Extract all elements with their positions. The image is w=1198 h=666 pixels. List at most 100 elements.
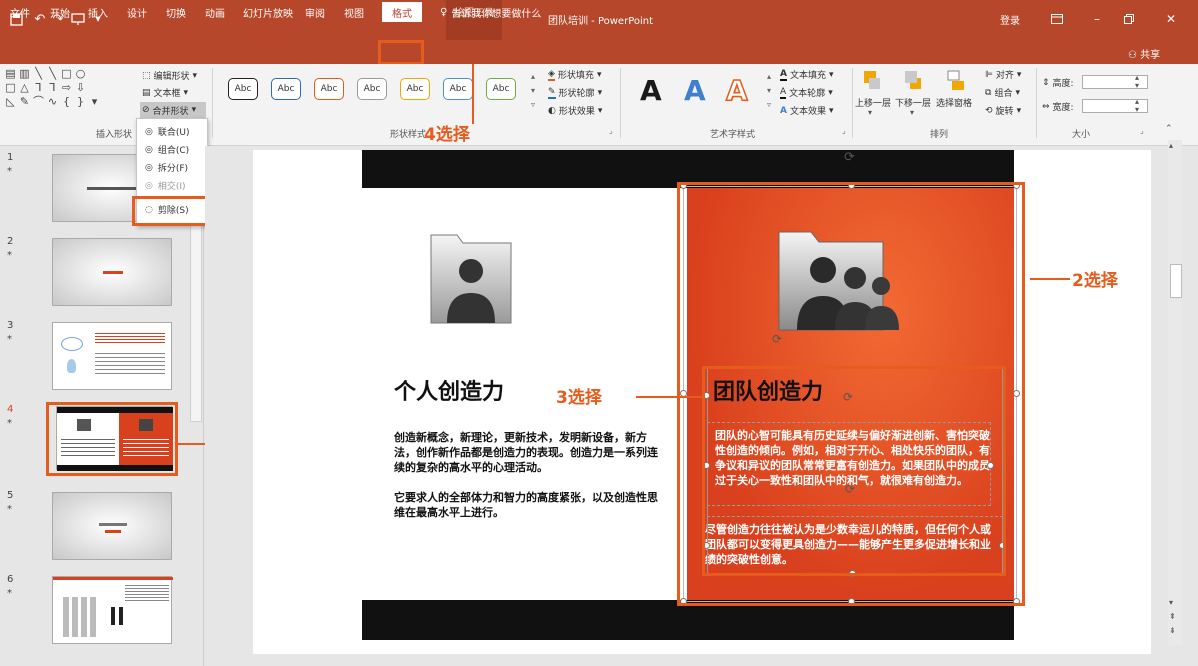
shape-gallery[interactable]: ▤ ▥ ╲ ╲ □ ○ □ △ ⅂ ⅂ ⇨ ⇩ ◺ ✎ ⌒ ∿ { } ▾ <box>4 68 134 112</box>
slide-thumbnail-6[interactable] <box>52 576 173 644</box>
slide-thumbnail-2[interactable] <box>52 238 172 306</box>
dialog-launcher-icon[interactable]: ⌟ <box>842 126 846 135</box>
scroll-thumb[interactable] <box>1170 264 1182 298</box>
tab-insert[interactable]: 插入 <box>88 3 108 21</box>
login-link[interactable]: 登录 <box>1000 12 1020 27</box>
text-outline-button[interactable]: A 文本轮廓 ▾ <box>780 86 833 99</box>
slide-bottom-band <box>362 600 1014 640</box>
align-button[interactable]: ⊫ 对齐 ▾ <box>985 68 1021 82</box>
tab-animations[interactable]: 动画 <box>205 3 225 21</box>
down-arrow-shape-icon[interactable]: ⇩ <box>74 82 87 93</box>
line-shape-icon[interactable]: ╲ <box>46 68 59 79</box>
dropdown-icon[interactable]: ▾ <box>910 108 914 117</box>
shape-effects-button[interactable]: ◐ 形状效果 ▾ <box>548 104 602 118</box>
dropdown-icon[interactable]: ▾ <box>868 108 872 117</box>
slide-thumbnail-5[interactable] <box>52 492 172 560</box>
close-icon[interactable]: ✕ <box>1160 8 1182 30</box>
left-column-paragraph-1[interactable]: 创造新概念，新理论，更新技术，发明新设备，新方法，创作新作品都是创造力的表现。创… <box>394 430 664 475</box>
share-button[interactable]: ⚇ 共享 <box>1128 46 1160 61</box>
shape-style-5[interactable]: Abc <box>400 78 430 100</box>
shape-fill-button[interactable]: ◈ 形状填充 ▾ <box>548 68 601 81</box>
freeform-shape-icon[interactable]: ◺ <box>4 96 17 107</box>
shape-style-7[interactable]: Abc <box>486 78 516 100</box>
style-gallery-scroll[interactable]: ▴ ▾ ▿ <box>528 70 538 112</box>
tab-home[interactable]: 开始 <box>50 3 70 21</box>
shape-style-2[interactable]: Abc <box>271 78 301 100</box>
scroll-down-icon[interactable]: ▾ <box>1169 598 1173 607</box>
wordart-style-orange-outline[interactable]: A <box>725 73 748 108</box>
intersect-label: 相交(I) <box>157 182 186 192</box>
oval-shape-icon[interactable]: ○ <box>74 68 87 79</box>
left-column-title[interactable]: 个人创造力 <box>394 374 504 406</box>
tab-transitions[interactable]: 切换 <box>166 3 186 21</box>
tab-design[interactable]: 设计 <box>127 3 147 21</box>
tab-format[interactable]: 格式 <box>382 2 422 22</box>
more-shapes-icon[interactable]: ▾ <box>88 96 101 107</box>
menu-item-union[interactable]: ◎ 联合(U) <box>145 123 207 140</box>
rectangle-shape-icon[interactable]: □ <box>60 68 73 79</box>
thumbnail-number: 3 <box>7 320 14 331</box>
wordart-gallery-scroll[interactable]: ▴ ▾ ▿ <box>764 70 774 112</box>
thumbnail-person-figure <box>119 607 123 625</box>
dialog-launcher-icon[interactable]: ⌟ <box>1140 126 1144 135</box>
shape-style-6[interactable]: Abc <box>443 78 473 100</box>
merge-shapes-button[interactable]: ⊘ 合并形状 ▾ <box>140 102 206 118</box>
text-fill-button[interactable]: A 文本填充 ▾ <box>780 68 834 81</box>
arc-shape-icon[interactable]: ⌒ <box>32 96 45 107</box>
previous-slide-icon[interactable]: ⇞ <box>1169 612 1176 621</box>
text-box-shape-icon[interactable]: ▤ <box>4 68 17 79</box>
rotate-button[interactable]: ⟲ 旋转 ▾ <box>985 104 1021 118</box>
presentation-start-icon[interactable] <box>68 9 88 29</box>
rotate-handle-icon[interactable]: ⟳ <box>844 150 855 165</box>
minimize-icon[interactable]: – <box>1086 8 1108 30</box>
menu-item-intersect[interactable]: ◎ 相交(I) <box>145 177 207 194</box>
slide-thumbnail-3[interactable] <box>52 322 172 390</box>
document-title: 团队培训 - PowerPoint <box>548 16 654 27</box>
text-box-button[interactable]: ▤ 文本框 ▾ <box>142 86 188 100</box>
triangle-shape-icon[interactable]: △ <box>18 82 31 93</box>
vertical-text-shape-icon[interactable]: ▥ <box>18 68 31 79</box>
undo-icon[interactable]: ↶ <box>30 9 50 29</box>
wordart-style-black[interactable]: A <box>640 74 662 107</box>
brace-shape-icon[interactable]: { <box>60 96 73 107</box>
tab-view[interactable]: 视图 <box>344 3 364 21</box>
width-spinner[interactable]: ▴ ▾ <box>1135 98 1139 114</box>
shape-outline-button[interactable]: ✎ 形状轮廓 ▾ <box>548 86 602 99</box>
dialog-launcher-icon[interactable]: ⌟ <box>609 126 613 135</box>
annotation-2-line <box>1030 278 1070 280</box>
curve-shape-icon[interactable]: ∿ <box>46 96 59 107</box>
shape-style-1[interactable]: Abc <box>228 78 258 100</box>
rectangle-shape-icon[interactable]: □ <box>4 82 17 93</box>
tell-me-search[interactable]: ♀ 告诉我你想要做什么 <box>440 3 541 21</box>
group-button[interactable]: ⧉ 组合 ▾ <box>985 86 1020 100</box>
tab-review[interactable]: 审阅 <box>305 3 325 21</box>
connector-shape-icon[interactable]: ⅂ <box>46 82 59 93</box>
maximize-icon[interactable] <box>1118 8 1140 30</box>
text-effects-button[interactable]: A 文本效果 ▾ <box>780 104 834 118</box>
animation-star: * <box>7 250 12 261</box>
slide-scrollbar[interactable] <box>1168 140 1182 645</box>
height-spinner[interactable]: ▴ ▾ <box>1135 74 1139 90</box>
shape-style-3[interactable]: Abc <box>314 78 344 100</box>
menu-item-fragment[interactable]: ◎ 拆分(F) <box>145 159 207 176</box>
next-slide-icon[interactable]: ⇟ <box>1169 626 1176 635</box>
edit-shape-button[interactable]: ⬚ 编辑形状 ▾ <box>142 69 197 83</box>
callout-shape-icon[interactable]: ✎ <box>18 96 31 107</box>
menu-item-combine[interactable]: ◎ 组合(C) <box>145 141 207 158</box>
collapse-ribbon-icon[interactable]: ⌃ <box>1165 124 1173 134</box>
tab-slideshow[interactable]: 幻灯片放映 <box>243 3 293 21</box>
scroll-up-icon[interactable]: ▴ <box>1169 141 1173 150</box>
wordart-style-blue[interactable]: A <box>684 74 706 107</box>
text-outline-icon: A <box>780 86 787 99</box>
ribbon-display-options-icon[interactable] <box>1046 8 1068 30</box>
connector-shape-icon[interactable]: ⅂ <box>32 82 45 93</box>
line-shape-icon[interactable]: ╲ <box>32 68 45 79</box>
brace-shape-icon[interactable]: } <box>74 96 87 107</box>
align-icon: ⊫ <box>985 69 993 80</box>
right-arrow-shape-icon[interactable]: ⇨ <box>60 82 73 93</box>
bring-forward-button[interactable]: 上移一层 <box>855 96 891 109</box>
selection-pane-button[interactable]: 选择窗格 <box>936 96 972 109</box>
left-column-paragraph-2[interactable]: 它要求人的全部体力和智力的高度紧张，以及创造性思维在最高水平上进行。 <box>394 490 664 520</box>
tab-file[interactable]: 文件 <box>10 3 30 21</box>
shape-style-4[interactable]: Abc <box>357 78 387 100</box>
